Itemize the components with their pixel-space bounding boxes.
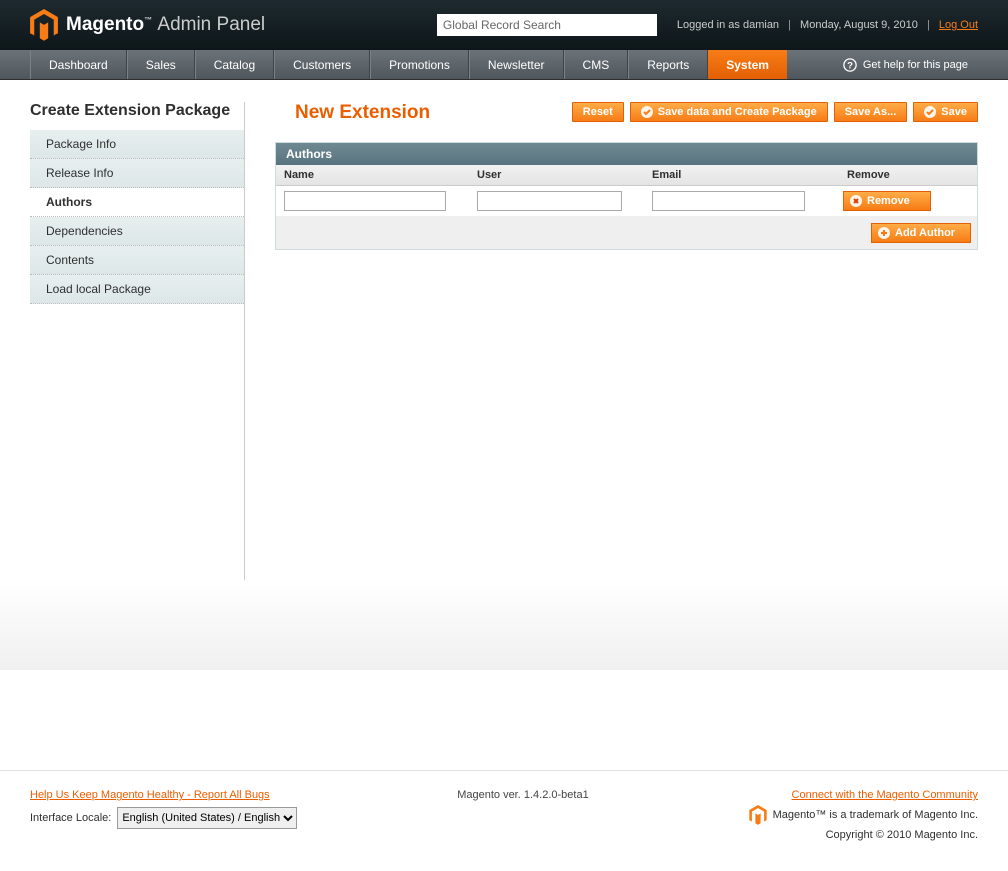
report-bugs-link[interactable]: Help Us Keep Magento Healthy - Report Al… xyxy=(30,789,270,801)
add-author-button[interactable]: Add Author xyxy=(871,223,971,243)
header-info: Logged in as damian | Monday, August 9, … xyxy=(677,19,978,31)
logo-text: Magento™ Admin Panel xyxy=(66,14,265,36)
global-search-input[interactable] xyxy=(437,14,657,36)
main-content: New Extension Reset Save data and Create… xyxy=(245,102,978,580)
logo: Magento™ Admin Panel xyxy=(30,9,265,41)
logged-in-label: Logged in as damian xyxy=(677,19,779,31)
copyright-text: Copyright © 2010 Magento Inc. xyxy=(749,829,978,841)
author-email-input[interactable] xyxy=(652,191,805,211)
col-remove: Remove xyxy=(839,165,977,185)
tab-authors[interactable]: Authors xyxy=(30,188,244,217)
nav-reports[interactable]: Reports xyxy=(628,50,708,79)
tab-contents[interactable]: Contents xyxy=(30,246,244,275)
author-name-input[interactable] xyxy=(284,191,446,211)
plus-icon xyxy=(878,227,890,239)
nav-dashboard[interactable]: Dashboard xyxy=(30,50,127,79)
community-link[interactable]: Connect with the Magento Community xyxy=(792,789,978,801)
panel-title: Authors xyxy=(276,143,977,165)
nav-sales[interactable]: Sales xyxy=(127,50,195,79)
col-email: Email xyxy=(644,165,839,185)
tab-load-local-package[interactable]: Load local Package xyxy=(30,275,244,304)
reset-button[interactable]: Reset xyxy=(572,102,624,122)
nav-cms[interactable]: CMS xyxy=(564,50,629,79)
logout-link[interactable]: Log Out xyxy=(939,19,978,31)
sidebar: Create Extension Package Package Info Re… xyxy=(30,102,245,580)
magento-logo-icon xyxy=(30,9,58,41)
main-nav: Dashboard Sales Catalog Customers Promot… xyxy=(0,50,1008,80)
nav-promotions[interactable]: Promotions xyxy=(370,50,469,79)
nav-system[interactable]: System xyxy=(708,50,787,79)
authors-panel: Authors Name User Email Remove Remove xyxy=(275,142,978,250)
header: Magento™ Admin Panel Logged in as damian… xyxy=(0,0,1008,50)
magento-logo-icon xyxy=(749,805,767,825)
trademark-text: Magento™ is a trademark of Magento Inc. xyxy=(773,809,978,821)
nav-newsletter[interactable]: Newsletter xyxy=(469,50,564,79)
remove-author-button[interactable]: Remove xyxy=(843,191,931,211)
help-icon: ? xyxy=(843,58,857,72)
nav-catalog[interactable]: Catalog xyxy=(195,50,274,79)
author-row: Remove xyxy=(276,186,977,217)
nav-customers[interactable]: Customers xyxy=(274,50,370,79)
save-as-button[interactable]: Save As... xyxy=(834,102,908,122)
grid-header: Name User Email Remove xyxy=(276,165,977,186)
tab-dependencies[interactable]: Dependencies xyxy=(30,217,244,246)
help-link[interactable]: ? Get help for this page xyxy=(833,50,978,79)
author-user-input[interactable] xyxy=(477,191,622,211)
header-date: Monday, August 9, 2010 xyxy=(800,19,918,31)
locale-select[interactable]: English (United States) / English xyxy=(117,807,297,829)
locale-label: Interface Locale: xyxy=(30,812,111,824)
col-name: Name xyxy=(276,165,469,185)
footer: Help Us Keep Magento Healthy - Report Al… xyxy=(0,770,1008,871)
sidebar-title: Create Extension Package xyxy=(30,102,244,120)
version-label: Magento ver. 1.4.2.0-beta1 xyxy=(457,789,588,801)
delete-icon xyxy=(850,195,862,207)
save-create-package-button[interactable]: Save data and Create Package xyxy=(630,102,828,122)
save-button[interactable]: Save xyxy=(913,102,978,122)
tab-release-info[interactable]: Release Info xyxy=(30,159,244,188)
col-user: User xyxy=(469,165,644,185)
page-title: New Extension xyxy=(275,102,430,124)
check-icon xyxy=(924,106,936,118)
check-icon xyxy=(641,106,653,118)
svg-text:?: ? xyxy=(847,60,853,71)
tab-package-info[interactable]: Package Info xyxy=(30,130,244,159)
